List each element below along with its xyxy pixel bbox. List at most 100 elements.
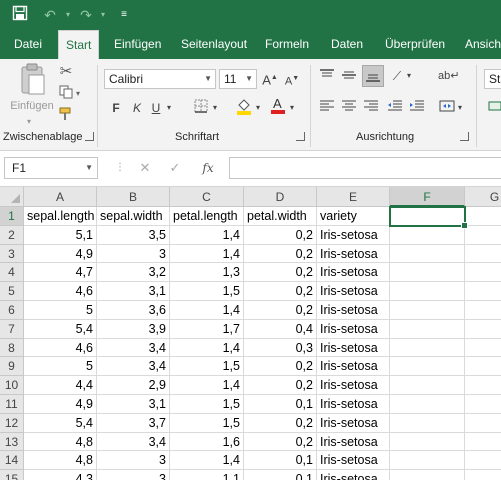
bold-button[interactable]: F <box>110 99 122 117</box>
cell-f9[interactable] <box>390 357 465 377</box>
cell-c15[interactable]: 1,1 <box>170 470 244 480</box>
tab-formeln[interactable]: Formeln <box>265 30 309 59</box>
cell-d7[interactable]: 0,4 <box>244 319 317 339</box>
copy-icon[interactable] <box>57 85 75 104</box>
paste-icon[interactable] <box>16 63 50 99</box>
cell-c1[interactable]: petal.length <box>170 207 244 226</box>
row-header[interactable]: 3 <box>0 244 24 264</box>
cell-g8[interactable] <box>465 339 501 358</box>
cell-a11[interactable]: 4,9 <box>24 395 97 414</box>
cell-b14[interactable]: 3 <box>97 451 170 471</box>
row-header[interactable]: 6 <box>0 301 24 320</box>
cell-d4[interactable]: 0,2 <box>244 263 317 283</box>
font-name-combo[interactable]: Calibri ▼ <box>104 69 216 89</box>
cell-e14[interactable]: Iris-setosa <box>317 451 390 471</box>
cell-c6[interactable]: 1,4 <box>170 301 244 320</box>
column-header-g[interactable]: G <box>465 187 501 207</box>
cell-f13[interactable] <box>390 432 465 452</box>
cell-b9[interactable]: 3,4 <box>97 357 170 377</box>
row-header[interactable]: 1 <box>0 207 24 226</box>
fill-color-icon[interactable] <box>236 97 252 120</box>
cell-d13[interactable]: 0,2 <box>244 432 317 452</box>
tab-datei[interactable]: Datei <box>14 30 42 59</box>
cell-c14[interactable]: 1,4 <box>170 451 244 471</box>
row-header[interactable]: 4 <box>0 263 24 283</box>
format-painter-icon[interactable] <box>57 107 75 126</box>
cell-e15[interactable]: Iris-setosa <box>317 470 390 480</box>
orientation-dropdown-icon[interactable]: ▾ <box>405 67 413 85</box>
cell-d6[interactable]: 0,2 <box>244 301 317 320</box>
font-launcher-icon[interactable] <box>296 132 305 141</box>
cell-d14[interactable]: 0,1 <box>244 451 317 471</box>
cell-f5[interactable] <box>390 282 465 301</box>
cell-c11[interactable]: 1,5 <box>170 395 244 414</box>
column-header-d[interactable]: D <box>244 187 317 207</box>
row-header[interactable]: 7 <box>0 319 24 339</box>
decrease-indent-icon[interactable] <box>386 99 404 118</box>
redo-dropdown-icon[interactable]: ▾ <box>93 5 113 25</box>
cell-a8[interactable]: 4,6 <box>24 338 97 358</box>
font-color-icon[interactable]: A <box>270 96 286 119</box>
row-header[interactable]: 15 <box>0 470 24 480</box>
increase-indent-icon[interactable] <box>408 99 426 118</box>
cell-d10[interactable]: 0,2 <box>244 376 317 395</box>
alignment-launcher-icon[interactable] <box>460 132 469 141</box>
paste-dropdown-icon[interactable]: ▾ <box>24 113 34 131</box>
cell-d9[interactable]: 0,2 <box>244 357 317 377</box>
cell-b7[interactable]: 3,9 <box>97 319 170 339</box>
cell-b15[interactable]: 3 <box>97 470 170 480</box>
cell-e6[interactable]: Iris-setosa <box>317 301 390 320</box>
cell-e10[interactable]: Iris-setosa <box>317 376 390 395</box>
cell-e9[interactable]: Iris-setosa <box>317 357 390 377</box>
column-header-c[interactable]: C <box>170 187 244 207</box>
cell-g4[interactable] <box>465 263 501 283</box>
cell-f7[interactable] <box>390 319 465 339</box>
cell-a10[interactable]: 4,4 <box>24 376 97 395</box>
name-box[interactable]: F1 ▼ <box>4 157 98 179</box>
cell-g6[interactable] <box>465 301 501 320</box>
cut-icon[interactable]: ✂ <box>57 63 75 81</box>
cell-g5[interactable] <box>465 282 501 301</box>
underline-button[interactable]: U <box>150 99 162 117</box>
cell-d11[interactable]: 0,1 <box>244 395 317 414</box>
cell-f4[interactable] <box>390 263 465 283</box>
cell-a9[interactable]: 5 <box>24 357 97 377</box>
shrink-font-icon[interactable]: A▼ <box>284 70 300 91</box>
wrap-text-icon[interactable]: ab↵ <box>438 67 459 85</box>
align-center-icon[interactable] <box>340 99 358 118</box>
clipboard-launcher-icon[interactable] <box>85 132 94 141</box>
cell-e4[interactable]: Iris-setosa <box>317 263 390 283</box>
align-left-icon[interactable] <box>318 99 336 118</box>
cell-a2[interactable]: 5,1 <box>24 225 97 245</box>
row-header[interactable]: 2 <box>0 225 24 245</box>
align-top-icon[interactable] <box>318 67 336 88</box>
cell-f3[interactable] <box>390 244 465 264</box>
cell-a7[interactable]: 5,4 <box>24 319 97 339</box>
customize-qat-icon[interactable]: ≡ <box>114 5 134 25</box>
cell-b12[interactable]: 3,7 <box>97 413 170 433</box>
cell-d5[interactable]: 0,2 <box>244 282 317 301</box>
cell-e12[interactable]: Iris-setosa <box>317 413 390 433</box>
cell-a3[interactable]: 4,9 <box>24 244 97 264</box>
row-header[interactable]: 14 <box>0 451 24 471</box>
row-header[interactable]: 11 <box>0 395 24 414</box>
font-size-combo[interactable]: 11 ▼ <box>219 69 257 89</box>
cell-g2[interactable] <box>465 226 501 245</box>
font-color-dropdown-icon[interactable]: ▾ <box>288 99 296 117</box>
cell-b10[interactable]: 2,9 <box>97 376 170 395</box>
cell-g3[interactable] <box>465 245 501 264</box>
cell-g14[interactable] <box>465 451 501 471</box>
formula-bar-grip-icon[interactable]: ⋮ <box>111 159 129 177</box>
select-all-button[interactable] <box>0 187 24 207</box>
cancel-icon[interactable]: ✕ <box>136 159 154 177</box>
cell-e7[interactable]: Iris-setosa <box>317 319 390 339</box>
cell-f8[interactable] <box>390 338 465 358</box>
cell-e8[interactable]: Iris-setosa <box>317 338 390 358</box>
cell-c9[interactable]: 1,5 <box>170 357 244 377</box>
cell-g1[interactable] <box>465 207 501 226</box>
cell-d1[interactable]: petal.width <box>244 207 317 226</box>
row-header[interactable]: 9 <box>0 357 24 377</box>
undo-icon[interactable]: ↶ <box>40 5 60 25</box>
cell-a14[interactable]: 4,8 <box>24 451 97 471</box>
underline-dropdown-icon[interactable]: ▾ <box>165 99 173 117</box>
